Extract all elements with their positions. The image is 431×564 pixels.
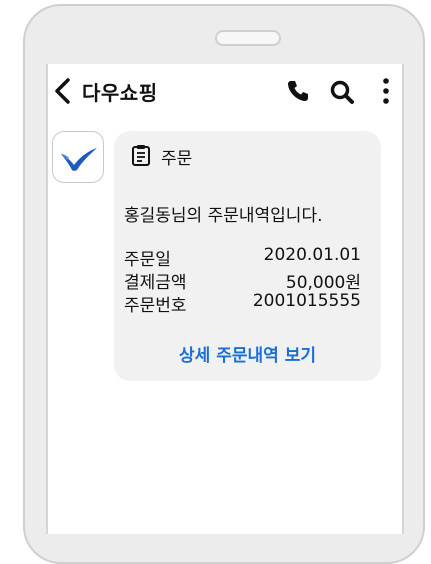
order-date-value: 2020.01.01 [263, 245, 361, 265]
avatar[interactable] [52, 131, 104, 183]
more-vertical-icon[interactable] [380, 77, 392, 105]
page-title: 다우쇼핑 [82, 81, 158, 105]
greeting-text: 홍길동님의 주문내역입니다. [124, 206, 323, 226]
message-bubble: 주문 홍길동님의 주문내역입니다. 주문일 2020.01.01 결제금액 50… [114, 131, 381, 381]
payment-amount-row: 결제금액 50,000원 [124, 268, 361, 293]
payment-amount-value: 50,000원 [285, 273, 361, 293]
chevron-left-icon[interactable] [52, 76, 76, 106]
order-number-value: 2001015555 [252, 291, 361, 311]
phone-icon[interactable] [286, 79, 310, 103]
order-number-row: 주문번호 2001015555 [124, 291, 361, 316]
brand-logo-icon [61, 148, 97, 171]
order-date-row: 주문일 2020.01.01 [124, 245, 361, 270]
payment-amount-label: 결제금액 [124, 273, 187, 293]
search-icon[interactable] [329, 79, 355, 105]
message-title: 주문 [161, 149, 193, 169]
clipboard-icon [131, 144, 151, 166]
phone-speaker [215, 30, 281, 46]
order-detail-link[interactable]: 상세 주문내역 보기 [114, 341, 381, 366]
chat-header: 다우쇼핑 [52, 73, 398, 109]
order-number-label: 주문번호 [124, 296, 187, 316]
order-date-label: 주문일 [124, 250, 171, 270]
